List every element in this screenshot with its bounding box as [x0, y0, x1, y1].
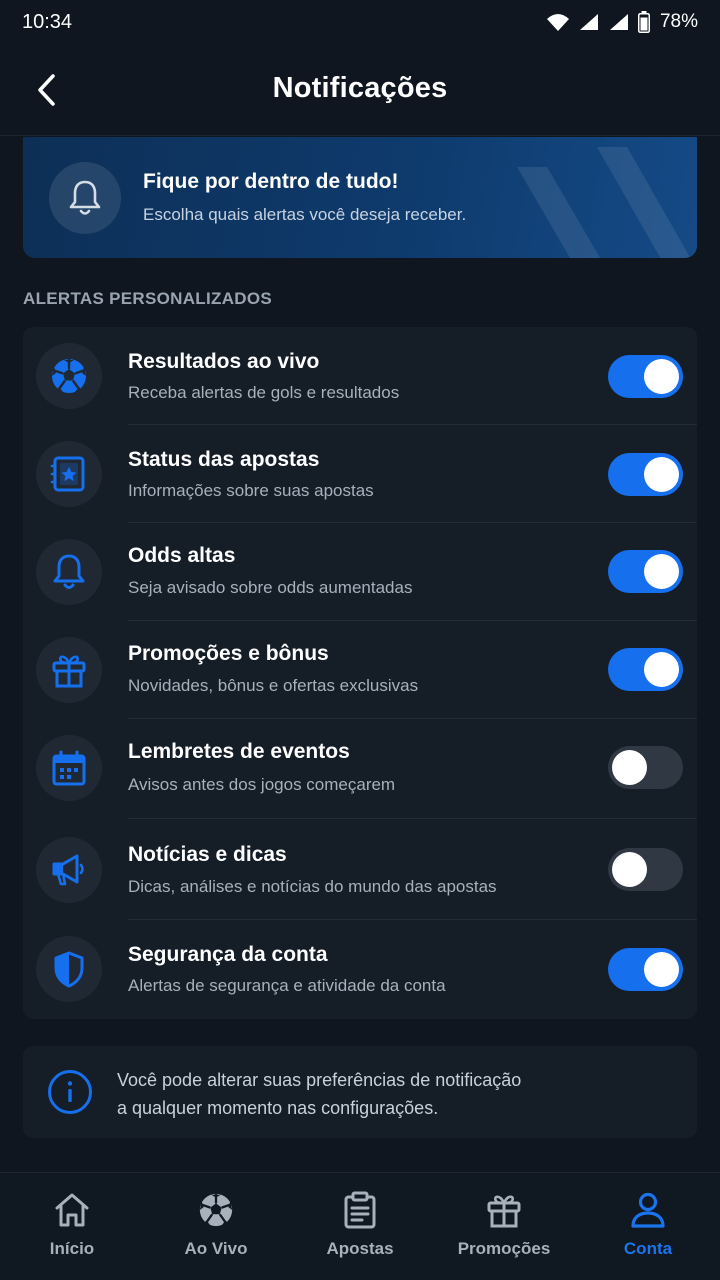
row-icon-wrap — [36, 936, 102, 1002]
status-icons: 78% — [546, 11, 698, 33]
wifi-icon — [546, 14, 569, 31]
row-icon-wrap — [36, 837, 102, 903]
nav-label: Promoções — [457, 1239, 551, 1258]
alert-subtitle: Avisos antes dos jogos começarem — [128, 775, 396, 794]
megaphone-icon — [52, 854, 84, 886]
banner-title: Fique por dentro de tudo! — [143, 170, 399, 193]
banner-subtitle: Escolha quais alertas você deseja recebe… — [143, 205, 467, 224]
intro-banner: Fique por dentro de tudo! Escolha quais … — [23, 137, 697, 258]
page-title: Notificações — [272, 72, 448, 104]
alert-title: Status das apostas — [128, 448, 320, 471]
row-icon-wrap — [36, 735, 102, 801]
toggle-knob — [644, 359, 679, 394]
bell-icon — [53, 554, 85, 589]
alert-row-news-tips[interactable]: Notícias e dicas Dicas, análises e notíc… — [23, 819, 697, 920]
nav-bets[interactable]: Apostas — [288, 1173, 432, 1280]
status-bar: 10:34 78% — [0, 0, 720, 44]
signal-icon — [579, 14, 598, 30]
alert-title: Resultados ao vivo — [128, 350, 320, 373]
alert-subtitle: Novidades, bônus e ofertas exclusivas — [128, 676, 419, 695]
alert-title: Notícias e dicas — [128, 843, 287, 866]
toggle-knob — [644, 652, 679, 687]
row-icon-wrap — [36, 637, 102, 703]
alert-row-promotions[interactable]: Promoções e bônus Novidades, bônus e ofe… — [23, 621, 697, 719]
live-results-toggle[interactable] — [608, 355, 683, 398]
alert-subtitle: Receba alertas de gols e resultados — [128, 383, 400, 402]
gift-icon — [487, 1195, 521, 1228]
row-icon-wrap — [36, 539, 102, 605]
info-icon — [48, 1070, 92, 1114]
promotions-toggle[interactable] — [608, 648, 683, 691]
nav-promotions[interactable]: Promoções — [432, 1173, 576, 1280]
banner-bell-icon-wrap — [49, 162, 121, 234]
ticket-star-icon — [50, 456, 85, 492]
user-icon — [631, 1192, 665, 1228]
alert-subtitle: Dicas, análises e notícias do mundo das … — [128, 877, 497, 896]
alert-title: Segurança da conta — [128, 943, 328, 966]
event-reminders-toggle[interactable] — [608, 746, 683, 789]
gift-icon — [52, 655, 86, 688]
toggle-knob — [644, 457, 679, 492]
alert-subtitle: Alertas de segurança e atividade da cont… — [128, 976, 446, 995]
nav-label: Ao Vivo — [184, 1239, 248, 1258]
nav-live[interactable]: Ao Vivo — [144, 1173, 288, 1280]
row-icon-wrap — [36, 441, 102, 507]
soccer-ball-icon — [199, 1193, 233, 1227]
top-app-bar: Notificações — [0, 44, 720, 136]
alert-row-bet-status[interactable]: Status das apostas Informações sobre sua… — [23, 425, 697, 523]
alert-subtitle: Informações sobre suas apostas — [128, 481, 374, 500]
alert-title: Lembretes de eventos — [128, 740, 350, 763]
alerts-list: Resultados ao vivo Receba alertas de gol… — [23, 327, 697, 1019]
alert-title: Promoções e bônus — [128, 642, 329, 665]
nav-label: Conta — [623, 1239, 673, 1258]
nav-label: Início — [49, 1239, 95, 1258]
alert-row-live-results[interactable]: Resultados ao vivo Receba alertas de gol… — [23, 327, 697, 425]
battery-percent: 78% — [659, 11, 698, 32]
section-heading: ALERTAS PERSONALIZADOS — [23, 289, 273, 308]
battery-icon — [637, 11, 650, 33]
row-icon-wrap — [36, 343, 102, 409]
bottom-navigation: Início Ao Vivo Apostas Promoções Conta — [0, 1172, 720, 1280]
clipboard-icon — [344, 1191, 376, 1229]
bet-status-toggle[interactable] — [608, 453, 683, 496]
toggle-knob — [644, 554, 679, 589]
info-text: Você pode alterar suas preferências de n… — [117, 1066, 587, 1122]
shield-icon — [54, 951, 84, 988]
status-time: 10:34 — [22, 10, 73, 33]
bell-icon — [69, 180, 101, 215]
nav-account[interactable]: Conta — [576, 1173, 720, 1280]
toggle-knob — [612, 750, 647, 785]
info-note: Você pode alterar suas preferências de n… — [23, 1046, 697, 1138]
news-tips-toggle[interactable] — [608, 848, 683, 891]
alert-row-high-odds[interactable]: Odds altas Seja avisado sobre odds aumen… — [23, 523, 697, 621]
nav-label: Apostas — [326, 1239, 394, 1258]
alert-subtitle: Seja avisado sobre odds aumentadas — [128, 578, 413, 597]
high-odds-toggle[interactable] — [608, 550, 683, 593]
signal-icon — [609, 14, 628, 30]
toggle-knob — [612, 852, 647, 887]
alert-title: Odds altas — [128, 544, 236, 567]
alert-row-event-reminders[interactable]: Lembretes de eventos Avisos antes dos jo… — [23, 719, 697, 819]
alert-row-account-security[interactable]: Segurança da conta Alertas de segurança … — [23, 920, 697, 1019]
home-icon — [55, 1193, 89, 1227]
info-line-2: a qualquer momento nas configurações. — [117, 1098, 439, 1118]
account-security-toggle[interactable] — [608, 948, 683, 991]
nav-home[interactable]: Início — [0, 1173, 144, 1280]
soccer-ball-icon — [52, 359, 86, 393]
info-line-1: Você pode alterar suas preferências de n… — [117, 1070, 522, 1090]
banner-decoration — [517, 147, 691, 258]
toggle-knob — [644, 952, 679, 987]
calendar-icon — [52, 750, 86, 786]
